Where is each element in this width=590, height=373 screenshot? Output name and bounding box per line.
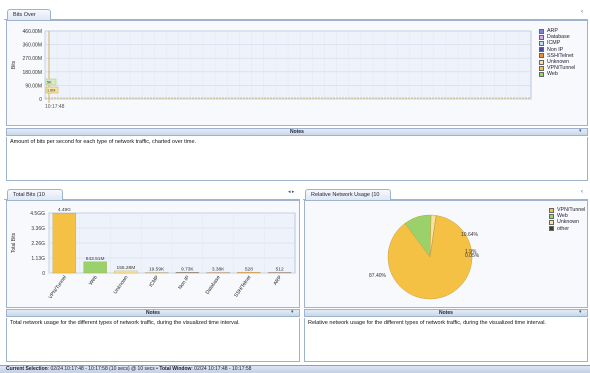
y-tick-label: 1.13G xyxy=(31,256,45,262)
y-tick-label: 90.00M xyxy=(25,83,42,89)
legend-label: Unknown xyxy=(557,219,580,226)
slice-label: 0.05% xyxy=(465,253,480,259)
category-label: SSH/Telnet xyxy=(233,274,253,298)
legend-label: Web xyxy=(557,213,568,220)
y-tick-label: 460.00M xyxy=(23,29,42,35)
y-tick-label: 2.26G xyxy=(31,241,45,247)
bar xyxy=(267,272,292,274)
status-bar: Current Selection: 02/24 10:17:48 - 10:1… xyxy=(0,365,590,373)
legend-label: other xyxy=(557,225,570,232)
relative-usage-chart-pane: 87.40% 10.64% 1.9% 0.05% VPN/Tunnel Web Unkno… xyxy=(304,200,588,308)
slice-label: 87.40% xyxy=(369,273,387,279)
bar xyxy=(144,272,169,274)
y-tick-label: 4.5GG xyxy=(30,211,45,217)
total-window-value: 02/24 10:17:48 - 10:17:58 xyxy=(194,366,252,372)
legend-swatch xyxy=(549,226,554,232)
marker-label: 5K xyxy=(47,81,52,85)
legend-label: VPN/Tunnel xyxy=(557,207,586,214)
legend-swatch xyxy=(539,47,544,53)
left-panel-nav-icon[interactable]: ◂ ▸ xyxy=(288,189,294,195)
bar xyxy=(206,272,230,274)
legend-swatch xyxy=(539,53,544,59)
top-notes-header: Notes xyxy=(6,128,588,136)
right-notes-collapse-icon[interactable]: ▾ xyxy=(579,309,582,315)
total-bits-chart: 4.5GG 3.36G 2.26G 1.13G 0 Total Bits 4.49G VPN/… xyxy=(11,207,296,300)
total-window-label: Total Window xyxy=(159,366,192,372)
legend-swatch xyxy=(539,59,544,65)
bar xyxy=(52,212,77,274)
legend-label: VPN/Tunnel xyxy=(547,65,576,72)
legend-swatch xyxy=(539,34,544,40)
legend-swatch xyxy=(539,71,544,77)
category-label: Web xyxy=(88,275,99,287)
bar-value-label: 843.51M xyxy=(86,256,105,262)
tab-total-bits[interactable]: Total Bits (10 secs) xyxy=(7,189,63,208)
bar xyxy=(83,261,107,274)
total-bits-chart-pane: 4.5GG 3.36G 2.26G 1.13G 0 Total Bits 4.49G VPN/… xyxy=(6,200,300,308)
current-selection-value: 02/24 10:17:48 - 10:17:58 (10 secs) @ 10… xyxy=(50,366,155,372)
x-tick-label: 10:17:48 xyxy=(45,104,65,110)
bar-value-label: 3.38K xyxy=(212,266,225,272)
tab-relative-network-usage[interactable]: Relative Network Usage (10 secs) xyxy=(305,189,391,208)
left-notes-collapse-icon[interactable]: ▾ xyxy=(291,309,294,315)
bar-value-label: 19.59K xyxy=(149,266,165,272)
right-notes-header: Notes xyxy=(304,309,588,317)
y-tick-label: 0 xyxy=(42,271,45,277)
legend-swatch xyxy=(549,207,554,213)
category-label: Database xyxy=(205,275,222,296)
bar xyxy=(114,270,138,274)
bar xyxy=(175,272,200,274)
category-label: Non IP xyxy=(177,274,191,291)
left-notes-header: Notes xyxy=(6,309,300,317)
legend-label: ICMP xyxy=(547,40,561,47)
category-label: ICMP xyxy=(148,274,160,288)
bar-value-label: 528 xyxy=(245,266,253,272)
legend-swatch xyxy=(539,28,544,34)
legend-swatch xyxy=(539,65,544,71)
current-selection-label: Current Selection xyxy=(6,366,48,372)
y-tick-label: 0 xyxy=(39,97,42,103)
y-axis-label: Total Bits xyxy=(11,232,17,253)
marker-label: 1.6M xyxy=(47,89,55,93)
tab-bits-over-time[interactable]: Bits Over Time xyxy=(7,9,51,28)
legend-label: ARP xyxy=(547,28,558,35)
bar-value-label: 4.49G xyxy=(58,207,71,213)
bar-value-label: 155.28M xyxy=(117,265,136,271)
right-panel-chevron-icon[interactable]: ‹ xyxy=(581,189,583,195)
top-panel-chevron-icon[interactable]: ‹ xyxy=(581,9,583,15)
legend-label: Non IP xyxy=(547,46,564,53)
legend-swatch xyxy=(549,213,554,219)
y-tick-label: 360.00M xyxy=(23,43,42,49)
relative-usage-legend: VPN/Tunnel Web Unknown other xyxy=(549,207,585,232)
category-label: VPN/Tunnel xyxy=(48,275,68,300)
top-notes-collapse-icon[interactable]: ▾ xyxy=(579,128,582,134)
legend-item[interactable]: other xyxy=(549,226,585,232)
bar xyxy=(237,272,261,274)
legend-label: SSH/Telnet xyxy=(547,52,574,59)
legend-swatch xyxy=(539,40,544,46)
category-label: Unknown xyxy=(113,275,130,296)
legend-item[interactable]: Web xyxy=(539,71,575,77)
bits-over-time-chart-pane: 460.00M 360.00M 270.00M 180.00M 90.00M 0 Bits 5… xyxy=(6,20,588,126)
category-label: ARP xyxy=(272,274,283,286)
bits-over-time-chart: 460.00M 360.00M 270.00M 180.00M 90.00M 0 Bits 5… xyxy=(11,29,532,110)
bar-value-label: 512 xyxy=(276,266,284,272)
legend-swatch xyxy=(549,219,554,225)
right-notes-text: Relative network usage for the different… xyxy=(304,318,588,362)
legend-label: Web xyxy=(547,71,558,78)
relative-usage-chart: 87.40%10.64%1.9%0.05% xyxy=(369,214,480,300)
y-tick-label: 180.00M xyxy=(23,70,42,76)
legend-label: Unknown xyxy=(547,59,570,66)
bits-legend: ARP Database ICMP Non IP SSH/Telnet Unknown VP… xyxy=(539,28,575,78)
bar-value-label: 9.73K xyxy=(181,266,194,272)
y-tick-label: 270.00M xyxy=(23,56,42,62)
y-axis-label: Bits xyxy=(11,60,17,69)
slice-label: 10.64% xyxy=(461,232,479,238)
top-notes-text: Amount of bits per second for each type … xyxy=(6,137,588,181)
top-tabstrip xyxy=(4,8,588,20)
left-notes-text: Total network usage for the different ty… xyxy=(6,318,300,362)
y-tick-label: 3.36G xyxy=(31,226,45,232)
legend-label: Database xyxy=(547,34,570,41)
